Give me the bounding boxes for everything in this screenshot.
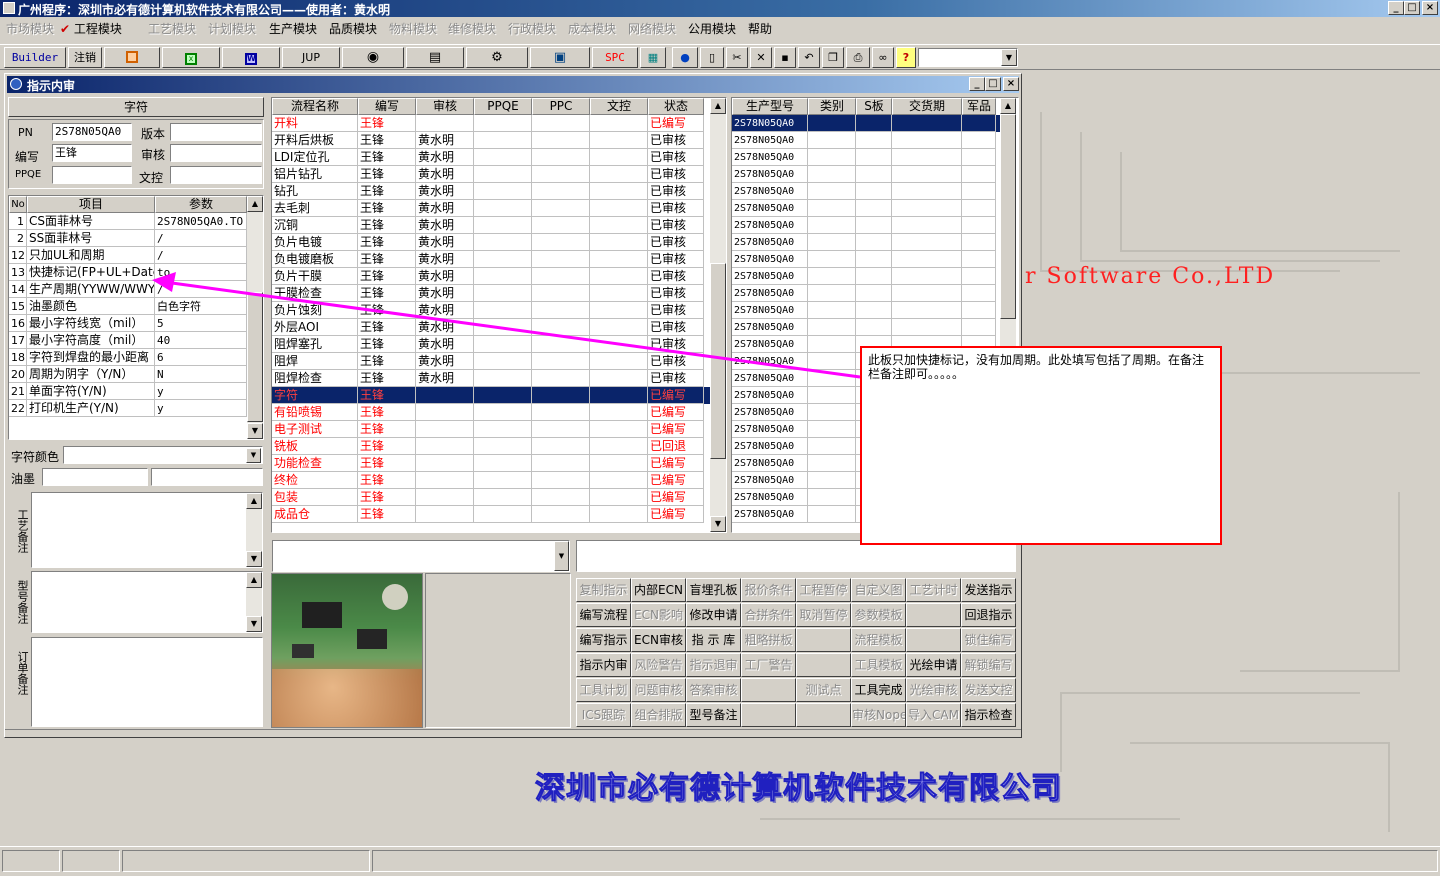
status-panel-4 <box>372 850 1438 872</box>
status-panel-3 <box>122 850 370 872</box>
annotation-arrow-line <box>171 281 861 379</box>
status-panel-2 <box>62 850 120 872</box>
annotation-arrow <box>152 272 861 379</box>
arrow-head-icon <box>152 272 176 292</box>
status-bar <box>0 846 1440 876</box>
status-panel-1 <box>2 850 60 872</box>
